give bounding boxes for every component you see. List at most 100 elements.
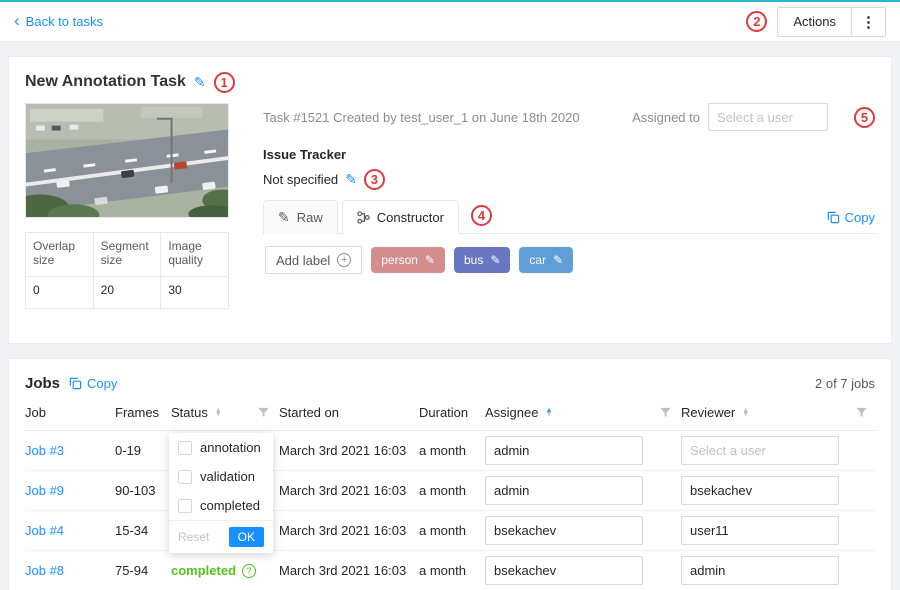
actions-button-group: Actions ⋮ xyxy=(777,7,886,37)
job-duration: a month xyxy=(419,523,466,538)
edit-title-icon[interactable]: ✎ xyxy=(194,74,206,91)
jobs-title: Jobs xyxy=(25,375,60,392)
assigned-to-label: Assigned to xyxy=(632,110,700,125)
param-value-segment: 20 xyxy=(93,277,161,309)
checkbox-icon[interactable] xyxy=(178,441,192,455)
job-link[interactable]: Job #9 xyxy=(25,483,64,498)
job-link[interactable]: Job #4 xyxy=(25,523,64,538)
assignee-sort-icon[interactable]: ▲▼ xyxy=(545,409,552,417)
label-bus-name: bus xyxy=(464,253,483,267)
actions-label: Actions xyxy=(793,14,836,29)
status-sort-icon[interactable]: ▲▼ xyxy=(215,409,222,417)
job-link[interactable]: Job #3 xyxy=(25,443,64,458)
assignee-input[interactable] xyxy=(485,516,643,545)
reviewer-filter-icon[interactable] xyxy=(856,407,867,418)
param-header-quality: Image quality xyxy=(161,233,229,277)
assignee-input[interactable] xyxy=(485,436,643,465)
status-filter-dropdown: annotation validation completed Reset OK xyxy=(169,433,273,553)
label-badge-bus[interactable]: bus ✎ xyxy=(454,247,510,273)
task-meta: Task #1521 Created by test_user_1 on Jun… xyxy=(263,110,624,125)
jobs-table-header: Job Frames Status ▲▼ Started on Duration… xyxy=(25,395,875,431)
reviewer-input[interactable] xyxy=(681,556,839,585)
annotation-4: 4 xyxy=(471,205,492,226)
col-started: Started on xyxy=(279,405,339,420)
filter-option-label: completed xyxy=(200,498,260,513)
issue-tracker-value: Not specified xyxy=(263,172,338,187)
task-title-row: New Annotation Task ✎ 1 xyxy=(25,69,875,95)
job-status: completed xyxy=(171,563,236,578)
labels-copy-link[interactable]: Copy xyxy=(827,210,875,225)
actions-button[interactable]: Actions xyxy=(777,7,852,37)
checkbox-icon[interactable] xyxy=(178,499,192,513)
jobs-copy-link[interactable]: Copy xyxy=(69,376,117,391)
param-value-quality: 30 xyxy=(161,277,229,309)
status-filter-icon[interactable] xyxy=(258,407,269,418)
reviewer-input[interactable] xyxy=(681,436,839,465)
task-info-column: Task #1521 Created by test_user_1 on Jun… xyxy=(263,103,875,309)
table-row: Job #4 15-34 March 3rd 2021 16:03 a mont… xyxy=(25,511,875,551)
param-value-overlap: 0 xyxy=(26,277,94,309)
reviewer-sort-icon[interactable]: ▲▼ xyxy=(742,409,749,417)
col-duration: Duration xyxy=(419,405,468,420)
assignee-filter-icon[interactable] xyxy=(660,407,671,418)
table-row: Job #9 90-103 March 3rd 2021 16:03 a mon… xyxy=(25,471,875,511)
assignee-input[interactable] xyxy=(485,556,643,585)
task-details-card: New Annotation Task ✎ 1 xyxy=(8,56,892,344)
job-frames: 75-94 xyxy=(115,563,148,578)
labels-editor: ✎ Raw Constructor 4 xyxy=(263,200,875,286)
labels-copy-label: Copy xyxy=(845,210,875,225)
tab-constructor[interactable]: Constructor xyxy=(342,200,459,234)
edit-label-person-icon[interactable]: ✎ xyxy=(425,253,435,267)
back-to-tasks-label: Back to tasks xyxy=(26,14,103,29)
kebab-menu-icon: ⋮ xyxy=(861,13,876,31)
assignee-input[interactable] xyxy=(485,476,643,505)
job-duration: a month xyxy=(419,483,466,498)
back-to-tasks-link[interactable]: ‹ Back to tasks xyxy=(14,14,103,29)
filter-option-annotation[interactable]: annotation xyxy=(169,433,273,462)
plus-circle-icon: + xyxy=(337,253,351,267)
filter-option-label: annotation xyxy=(200,440,261,455)
col-reviewer-header[interactable]: Reviewer ▲▼ xyxy=(681,405,877,420)
reviewer-input[interactable] xyxy=(681,516,839,545)
tab-constructor-label: Constructor xyxy=(377,210,444,225)
actions-menu-button[interactable]: ⋮ xyxy=(852,7,886,37)
top-bar: ‹ Back to tasks 2 Actions ⋮ xyxy=(0,0,900,42)
job-link[interactable]: Job #8 xyxy=(25,563,64,578)
label-badge-person[interactable]: person ✎ xyxy=(371,247,445,273)
edit-label-bus-icon[interactable]: ✎ xyxy=(490,253,500,267)
tab-raw[interactable]: ✎ Raw xyxy=(263,200,338,234)
reviewer-input[interactable] xyxy=(681,476,839,505)
col-assignee: Assignee xyxy=(485,405,538,420)
tab-raw-label: Raw xyxy=(297,210,323,225)
params-header-row: Overlap size Segment size Image quality xyxy=(26,233,229,277)
params-value-row: 0 20 30 xyxy=(26,277,229,309)
jobs-count: 2 of 7 jobs xyxy=(815,376,875,391)
add-label-button[interactable]: Add label + xyxy=(265,246,362,274)
filter-option-validation[interactable]: validation xyxy=(169,462,273,491)
job-started: March 3rd 2021 16:03 xyxy=(279,483,406,498)
question-circle-icon[interactable]: ? xyxy=(242,564,256,578)
checkbox-icon[interactable] xyxy=(178,470,192,484)
edit-issue-tracker-icon[interactable]: ✎ xyxy=(345,171,357,188)
task-params-table: Overlap size Segment size Image quality … xyxy=(25,232,229,309)
filter-option-label: validation xyxy=(200,469,255,484)
filter-option-completed[interactable]: completed xyxy=(169,491,273,520)
col-status-header[interactable]: Status ▲▼ xyxy=(171,405,279,420)
annotation-3: 3 xyxy=(364,169,385,190)
label-car-name: car xyxy=(529,253,546,267)
job-frames: 90-103 xyxy=(115,483,155,498)
copy-icon xyxy=(827,211,840,224)
label-badge-car[interactable]: car ✎ xyxy=(519,247,573,273)
filter-reset-button[interactable]: Reset xyxy=(178,530,209,544)
table-row: Job #8 75-94 completed ? March 3rd 2021 … xyxy=(25,551,875,590)
annotation-1: 1 xyxy=(214,72,235,93)
edit-label-car-icon[interactable]: ✎ xyxy=(553,253,563,267)
task-preview-image xyxy=(25,103,229,218)
filter-ok-button[interactable]: OK xyxy=(229,527,264,547)
task-assignee-input[interactable] xyxy=(708,103,828,131)
col-assignee-header[interactable]: Assignee ▲▼ xyxy=(485,405,681,420)
jobs-copy-label: Copy xyxy=(87,376,117,391)
col-frames: Frames xyxy=(115,405,159,420)
label-person-name: person xyxy=(381,253,418,267)
chevron-left-icon: ‹ xyxy=(14,12,20,29)
